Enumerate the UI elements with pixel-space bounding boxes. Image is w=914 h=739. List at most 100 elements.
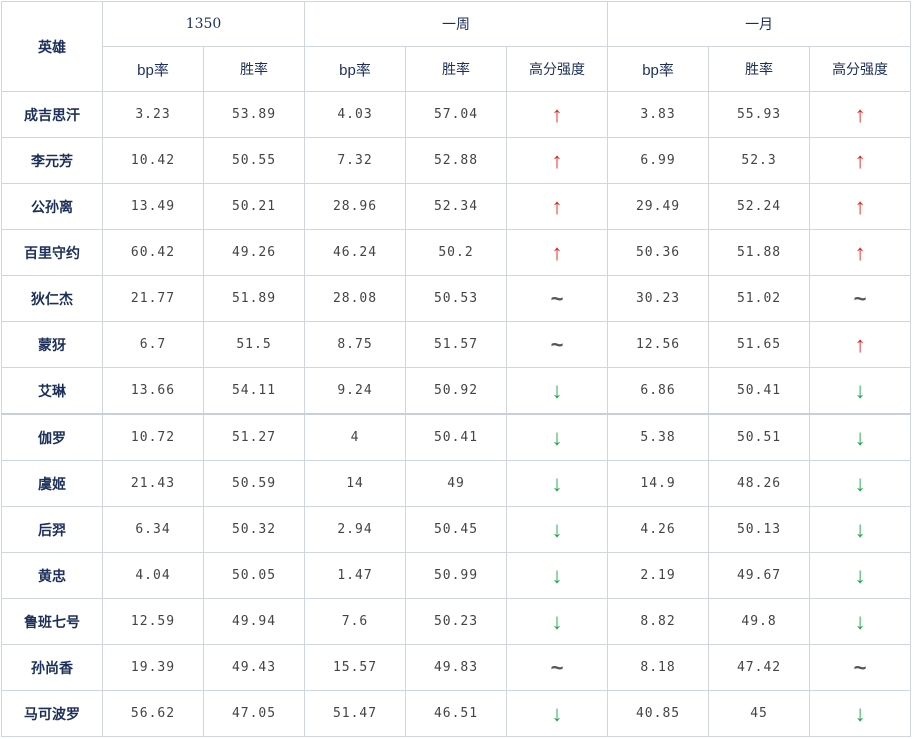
bp-rate-month-cell: 2.19 xyxy=(607,552,710,599)
win-rate-month-cell: 49.8 xyxy=(708,598,811,645)
bp-rate-1350-cell: 6.34 xyxy=(102,506,204,553)
hero-name: 狄仁杰 xyxy=(1,275,103,322)
win-rate-1350-cell: 49.43 xyxy=(202,644,306,691)
win-rate-month-cell: 51.02 xyxy=(708,275,811,322)
trend-down-icon: ↓ xyxy=(809,598,912,645)
bp-rate-1350-cell: 56.62 xyxy=(102,690,204,737)
win-rate-1350-cell: 53.89 xyxy=(202,91,306,138)
bp-rate-month-cell: 50.36 xyxy=(607,229,710,276)
bp-rate-week-cell: 28.08 xyxy=(304,275,407,322)
bp-rate-1350-cell: 10.72 xyxy=(102,413,204,461)
header-row-groups: 英雄 1350 一周 一月 xyxy=(1,1,912,92)
table-row: 孙尚香 19.39 49.43 15.57 49.83 ~8.18 47.42 ~ xyxy=(1,644,912,691)
trend-down-icon: ↓ xyxy=(809,690,912,737)
bp-rate-1350-cell: 13.66 xyxy=(102,367,204,415)
group-header-month: 一月 xyxy=(607,1,912,47)
win-rate-week-cell: 50.41 xyxy=(405,413,508,461)
win-rate-week-cell: 50.23 xyxy=(405,598,508,645)
win-rate-week-cell: 52.88 xyxy=(405,137,508,184)
win-rate-1350-cell: 51.27 xyxy=(202,413,306,461)
bp-rate-month-cell: 6.86 xyxy=(607,367,710,415)
hero-name: 黄忠 xyxy=(1,552,103,599)
table-row: 虞姬 21.43 50.59 14 49 ↓ 14.9 48.26 ↓ xyxy=(1,460,912,507)
bp-rate-week-cell: 15.57 xyxy=(304,644,407,691)
trend-down-icon: ↓ xyxy=(506,367,609,415)
hero-stats-table: 英雄 1350 一周 一月 bp率 胜率 bp率 胜率 高分强度 bp率 胜率 … xyxy=(1,1,912,737)
bp-rate-week-cell: 2.94 xyxy=(304,506,407,553)
trend-down-icon: ↓ xyxy=(506,552,609,599)
col-header-win-rate: 胜率 xyxy=(708,46,811,92)
trend-up-icon: ↑ xyxy=(809,183,912,230)
bp-rate-month-cell: 40.85 xyxy=(607,690,710,737)
trend-down-icon: ↓ xyxy=(809,460,912,507)
col-header-bp-rate: bp率 xyxy=(607,46,710,92)
table-row: 鲁班七号 12.59 49.94 7.6 50.23 ↓ 8.82 49.8 ↓ xyxy=(1,598,912,645)
bp-rate-1350-cell: 21.43 xyxy=(102,460,204,507)
trend-flat-icon: ~ xyxy=(809,644,912,691)
win-rate-month-cell: 48.26 xyxy=(708,460,811,507)
bp-rate-week-cell: 4 xyxy=(304,413,407,461)
trend-up-icon: ↑ xyxy=(809,229,912,276)
bp-rate-month-cell: 6.99 xyxy=(607,137,710,184)
win-rate-month-cell: 50.13 xyxy=(708,506,811,553)
trend-down-icon: ↓ xyxy=(506,460,609,507)
win-rate-1350-cell: 50.32 xyxy=(202,506,306,553)
win-rate-month-cell: 45 xyxy=(708,690,811,737)
bp-rate-month-cell: 12.56 xyxy=(607,321,710,368)
win-rate-1350-cell: 51.5 xyxy=(202,321,306,368)
trend-up-icon: ↑ xyxy=(809,91,912,138)
win-rate-week-cell: 49 xyxy=(405,460,508,507)
win-rate-month-cell: 55.93 xyxy=(708,91,811,138)
bp-rate-1350-cell: 19.39 xyxy=(102,644,204,691)
hero-name: 虞姬 xyxy=(1,460,103,507)
trend-flat-icon: ~ xyxy=(506,275,609,322)
win-rate-week-cell: 57.04 xyxy=(405,91,508,138)
table-row: 蒙犽 6.7 51.5 8.75 51.57 ~12.56 51.65 ↑ xyxy=(1,321,912,368)
table-row: 马可波罗 56.62 47.05 51.47 46.51 ↓ 40.85 45 ↓ xyxy=(1,690,912,737)
win-rate-1350-cell: 51.89 xyxy=(202,275,306,322)
win-rate-week-cell: 50.2 xyxy=(405,229,508,276)
trend-down-icon: ↓ xyxy=(809,552,912,599)
trend-up-icon: ↑ xyxy=(506,137,609,184)
hero-name: 后羿 xyxy=(1,506,103,553)
trend-down-icon: ↓ xyxy=(506,598,609,645)
win-rate-1350-cell: 50.21 xyxy=(202,183,306,230)
bp-rate-week-cell: 7.6 xyxy=(304,598,407,645)
trend-down-icon: ↓ xyxy=(809,367,912,415)
bp-rate-month-cell: 5.38 xyxy=(607,413,710,461)
bp-rate-month-cell: 8.82 xyxy=(607,598,710,645)
win-rate-month-cell: 49.67 xyxy=(708,552,811,599)
hero-name: 蒙犽 xyxy=(1,321,103,368)
bp-rate-month-cell: 29.49 xyxy=(607,183,710,230)
hero-column-header: 英雄 xyxy=(1,1,103,92)
bp-rate-week-cell: 9.24 xyxy=(304,367,407,415)
bp-rate-1350-cell: 21.77 xyxy=(102,275,204,322)
hero-name: 伽罗 xyxy=(1,413,103,461)
trend-up-icon: ↑ xyxy=(506,91,609,138)
header-row-columns: bp率 胜率 bp率 胜率 高分强度 bp率 胜率 高分强度 xyxy=(2,46,912,92)
bp-rate-week-cell: 51.47 xyxy=(304,690,407,737)
bp-rate-month-cell: 4.26 xyxy=(607,506,710,553)
table-row: 成吉思汗 3.23 53.89 4.03 57.04 ↑ 3.83 55.93 ↑ xyxy=(1,91,912,138)
trend-down-icon: ↓ xyxy=(809,413,912,461)
trend-flat-icon: ~ xyxy=(809,275,912,322)
win-rate-month-cell: 50.41 xyxy=(708,367,811,415)
col-header-win-rate: 胜率 xyxy=(202,46,306,92)
bp-rate-1350-cell: 3.23 xyxy=(102,91,204,138)
hero-name: 公孙离 xyxy=(1,183,103,230)
bp-rate-1350-cell: 6.7 xyxy=(102,321,204,368)
win-rate-week-cell: 49.83 xyxy=(405,644,508,691)
win-rate-month-cell: 52.24 xyxy=(708,183,811,230)
win-rate-1350-cell: 50.05 xyxy=(202,552,306,599)
trend-up-icon: ↑ xyxy=(809,137,912,184)
hero-name: 李元芳 xyxy=(1,137,103,184)
bp-rate-month-cell: 3.83 xyxy=(607,91,710,138)
bp-rate-1350-cell: 4.04 xyxy=(102,552,204,599)
table-row: 狄仁杰 21.77 51.89 28.08 50.53 ~30.23 51.02 ~ xyxy=(1,275,912,322)
win-rate-1350-cell: 50.59 xyxy=(202,460,306,507)
win-rate-month-cell: 51.88 xyxy=(708,229,811,276)
win-rate-week-cell: 50.45 xyxy=(405,506,508,553)
win-rate-1350-cell: 49.94 xyxy=(202,598,306,645)
bp-rate-week-cell: 8.75 xyxy=(304,321,407,368)
bp-rate-1350-cell: 10.42 xyxy=(102,137,204,184)
